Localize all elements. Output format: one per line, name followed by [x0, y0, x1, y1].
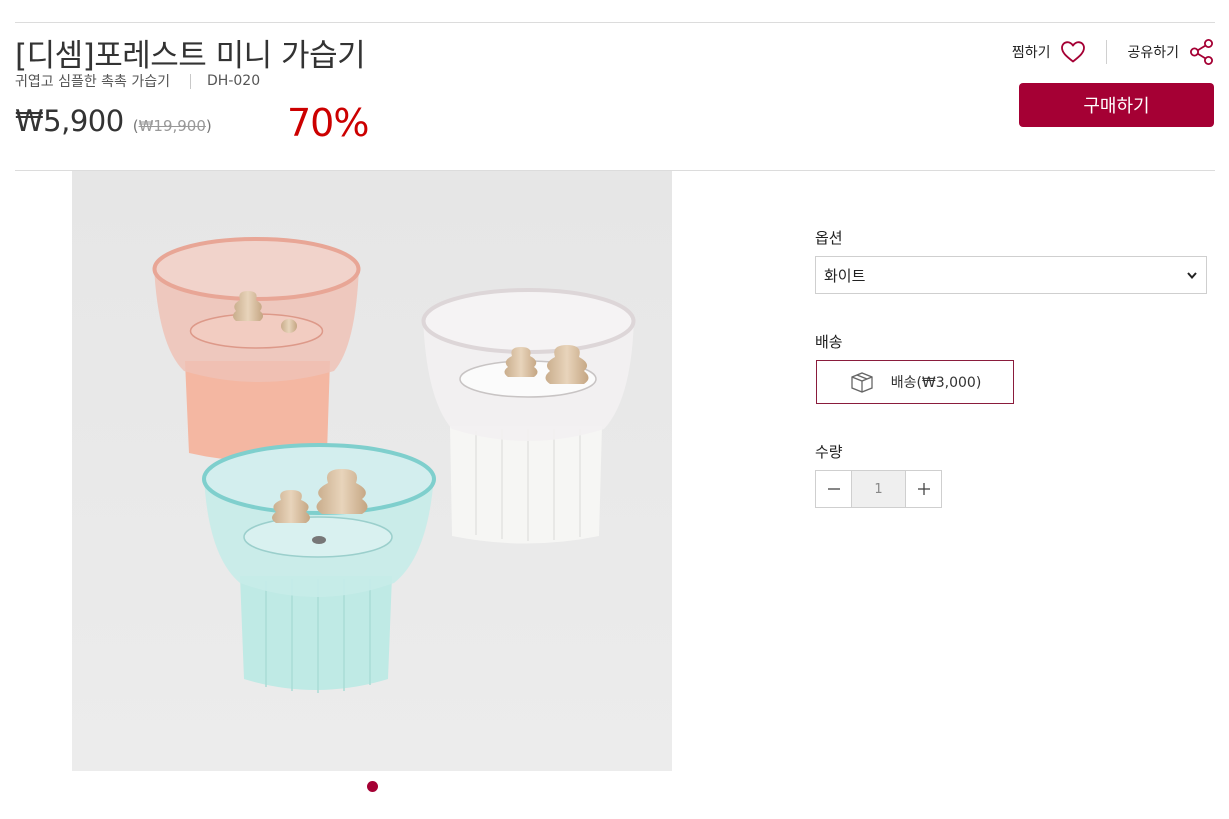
buy-button[interactable]: 구매하기: [1019, 83, 1214, 127]
product-image[interactable]: [72, 171, 672, 771]
product-tagline: 귀엽고 심플한 촉촉 가습기: [15, 74, 171, 90]
product-subline: 귀엽고 심플한 촉촉 가습기 DH-020: [15, 71, 260, 91]
option-selected-value: 화이트: [824, 266, 866, 285]
quantity-stepper: 1: [815, 470, 942, 508]
sale-price: ₩5,900: [15, 104, 124, 138]
share-label: 공유하기: [1127, 45, 1179, 61]
product-title: [디셈]포레스트 미니 가습기: [15, 38, 366, 74]
product-model: DH-020: [207, 73, 261, 89]
option-label: 옵션: [815, 229, 843, 247]
actions-divider: [1106, 40, 1108, 64]
heart-icon: [1061, 41, 1086, 63]
plus-icon: [917, 483, 930, 495]
wish-label: 찜하기: [1011, 45, 1051, 61]
top-divider: [15, 22, 1215, 23]
shipping-label: 배송: [815, 333, 843, 351]
original-price-wrap: (₩19,900): [133, 117, 212, 135]
subline-divider: [190, 73, 192, 89]
shipping-value: 배송(₩3,000): [890, 375, 982, 391]
original-price-close: ): [205, 117, 212, 135]
quantity-increase-button[interactable]: [905, 470, 942, 508]
gallery-indicator-dot[interactable]: [367, 781, 378, 792]
header-actions: 찜하기 공유하기: [1012, 38, 1215, 66]
discount-rate: 70%: [287, 101, 369, 145]
price-row: ₩5,900 (₩19,900): [15, 104, 212, 138]
humidifier-illustration: [72, 171, 672, 771]
quantity-label: 수량: [815, 443, 843, 461]
share-icon: [1190, 39, 1213, 65]
box-icon: [851, 372, 873, 393]
share-button[interactable]: 공유하기: [1127, 38, 1215, 66]
chevron-down-icon: [1187, 272, 1197, 280]
quantity-decrease-button[interactable]: [815, 470, 852, 508]
option-select[interactable]: 화이트: [815, 256, 1207, 294]
shipping-option[interactable]: 배송(₩3,000): [816, 360, 1014, 404]
quantity-input[interactable]: 1: [852, 470, 905, 508]
wish-button[interactable]: 찜하기: [1012, 40, 1087, 64]
original-price: ₩19,900: [138, 117, 206, 135]
minus-icon: [827, 488, 840, 490]
